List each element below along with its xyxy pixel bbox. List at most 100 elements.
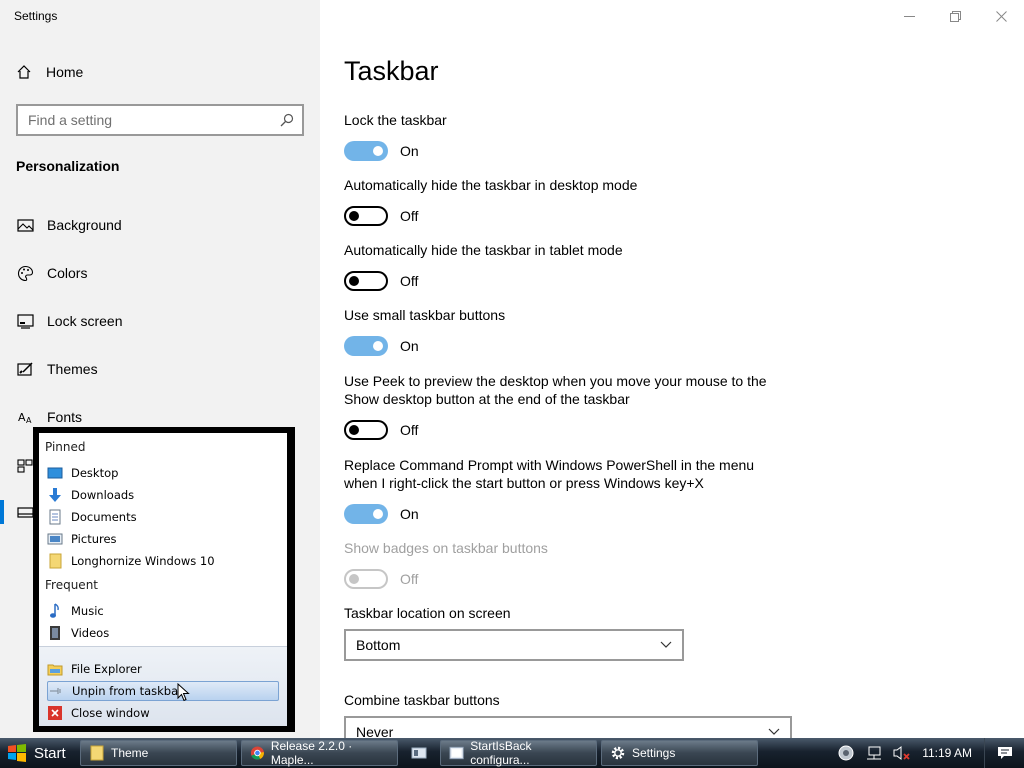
taskbar-icon bbox=[16, 503, 34, 521]
sidebar-item-label: Fonts bbox=[47, 409, 83, 425]
setting-badges: Show badges on taskbar buttons Off bbox=[344, 539, 784, 589]
jumplist-label: Music bbox=[71, 604, 104, 618]
jumplist-item-longhornize[interactable]: Longhornize Windows 10 bbox=[47, 551, 279, 571]
toggle-state: Off bbox=[400, 208, 419, 224]
sidebar-item-label: Lock screen bbox=[47, 313, 123, 329]
jumplist-item-desktop[interactable]: Desktop bbox=[47, 463, 279, 483]
svg-text:A: A bbox=[18, 411, 26, 424]
jumplist-item-close-window[interactable]: Close window bbox=[47, 703, 279, 723]
jumplist-item-pictures[interactable]: Pictures bbox=[47, 529, 279, 549]
videos-icon bbox=[47, 625, 63, 641]
location-label: Taskbar location on screen bbox=[344, 605, 511, 621]
app-icon bbox=[411, 747, 427, 759]
home-label: Home bbox=[46, 64, 84, 80]
window-controls bbox=[886, 0, 1024, 32]
palette-icon bbox=[16, 264, 34, 282]
setting-label: Lock the taskbar bbox=[344, 112, 447, 128]
sidebar-item-fonts[interactable]: AA Fonts bbox=[16, 407, 83, 427]
setting-peek: Use Peek to preview the desktop when you… bbox=[344, 372, 784, 440]
jumplist-item-videos[interactable]: Videos bbox=[47, 623, 279, 643]
minimize-button[interactable] bbox=[886, 0, 932, 32]
restore-button[interactable] bbox=[932, 0, 978, 32]
page-title: Taskbar bbox=[344, 56, 439, 86]
search-placeholder: Find a setting bbox=[28, 112, 113, 128]
jumplist-label: Pictures bbox=[71, 532, 117, 546]
sidebar-item-lock-screen[interactable]: Lock screen bbox=[16, 311, 122, 331]
pictures-icon bbox=[47, 531, 63, 547]
toggle-state: Off bbox=[400, 571, 419, 587]
powershell-toggle[interactable] bbox=[344, 504, 388, 524]
jumplist-label: Unpin from taskbar bbox=[72, 684, 183, 698]
jumplist-label: Documents bbox=[71, 510, 137, 524]
sidebar-item-background[interactable]: Background bbox=[16, 215, 122, 235]
home-icon bbox=[17, 65, 31, 79]
jumplist-label: Desktop bbox=[71, 466, 119, 480]
peek-toggle[interactable] bbox=[344, 420, 388, 440]
desktop-icon bbox=[47, 465, 63, 481]
combine-dropdown[interactable]: Never bbox=[344, 716, 792, 740]
taskbar-button-label: Release 2.2.0 · Maple... bbox=[270, 739, 353, 767]
small-buttons-toggle[interactable] bbox=[344, 336, 388, 356]
setting-lock-taskbar: Lock the taskbar On bbox=[344, 111, 784, 161]
jumplist-item-documents[interactable]: Documents bbox=[47, 507, 279, 527]
clock[interactable]: 11:19 AM bbox=[922, 746, 972, 760]
jumplist-label: Downloads bbox=[71, 488, 135, 502]
combine-label-wrap: Combine taskbar buttons bbox=[344, 691, 784, 709]
autohide-desktop-toggle[interactable] bbox=[344, 206, 388, 226]
setting-autohide-desktop: Automatically hide the taskbar in deskto… bbox=[344, 176, 784, 226]
autohide-tablet-toggle[interactable] bbox=[344, 271, 388, 291]
lock-taskbar-toggle[interactable] bbox=[344, 141, 388, 161]
toggle-state: Off bbox=[400, 273, 419, 289]
fonts-icon: AA bbox=[16, 408, 34, 426]
jumplist-item-music[interactable]: Music bbox=[47, 601, 279, 621]
taskbar-button-theme[interactable]: Theme bbox=[80, 740, 237, 766]
jumplist-item-downloads[interactable]: Downloads bbox=[47, 485, 279, 505]
sidebar-item-label: Background bbox=[47, 217, 122, 233]
lock-screen-icon bbox=[16, 312, 34, 330]
close-button[interactable] bbox=[978, 0, 1024, 32]
toggle-state: On bbox=[400, 143, 419, 159]
taskbar-button-browser[interactable]: Release 2.2.0 · Maple... bbox=[241, 739, 398, 767]
chevron-down-icon bbox=[660, 641, 672, 648]
toggle-state: On bbox=[400, 506, 419, 522]
jumplist-item-unpin[interactable]: Unpin from taskbar bbox=[47, 681, 279, 701]
frequent-header: Frequent bbox=[45, 578, 98, 592]
network-icon[interactable] bbox=[865, 744, 883, 762]
minimize-icon bbox=[903, 15, 915, 17]
taskbar-button-app[interactable] bbox=[402, 740, 436, 766]
windows-logo-icon bbox=[8, 744, 26, 762]
themes-icon bbox=[16, 360, 34, 378]
unpin-icon bbox=[48, 683, 64, 699]
toggle-state: Off bbox=[400, 422, 419, 438]
home-nav-item[interactable]: Home bbox=[16, 64, 83, 80]
jumplist-label: Close window bbox=[71, 706, 150, 720]
restore-icon bbox=[949, 10, 961, 22]
sidebar-item-colors[interactable]: Colors bbox=[16, 263, 87, 283]
search-icon bbox=[280, 113, 294, 127]
taskbar-button-settings[interactable]: Settings bbox=[601, 740, 758, 766]
close-window-icon bbox=[47, 705, 63, 721]
taskbar-button-startisback[interactable]: StartIsBack configura... bbox=[440, 739, 597, 767]
location-dropdown[interactable]: Bottom bbox=[344, 629, 684, 661]
app-title: Settings bbox=[14, 9, 58, 23]
setting-label: Automatically hide the taskbar in deskto… bbox=[344, 177, 638, 193]
setting-small-buttons: Use small taskbar buttons On bbox=[344, 306, 784, 356]
taskbar: Start Theme Release 2.2.0 · Maple... Sta… bbox=[0, 738, 1024, 768]
sidebar-item-label: Themes bbox=[47, 361, 98, 377]
start-button[interactable]: Start bbox=[0, 738, 80, 768]
jumplist-item-file-explorer[interactable]: File Explorer bbox=[47, 659, 279, 679]
tray-app-icon[interactable] bbox=[837, 744, 855, 762]
setting-powershell: Replace Command Prompt with Windows Powe… bbox=[344, 456, 784, 524]
search-input[interactable]: Find a setting bbox=[16, 104, 304, 136]
start-icon bbox=[16, 456, 34, 474]
svg-text:A: A bbox=[26, 416, 32, 425]
folder-icon bbox=[90, 745, 104, 761]
sidebar-item-themes[interactable]: Themes bbox=[16, 359, 98, 379]
volume-muted-icon[interactable] bbox=[893, 744, 911, 762]
image-icon bbox=[16, 216, 34, 234]
action-center-button[interactable] bbox=[984, 738, 1024, 768]
location-label-wrap: Taskbar location on screen bbox=[344, 604, 784, 622]
setting-label: Use Peek to preview the desktop when you… bbox=[344, 373, 767, 407]
location-value: Bottom bbox=[356, 637, 401, 653]
notification-icon bbox=[997, 747, 1012, 759]
